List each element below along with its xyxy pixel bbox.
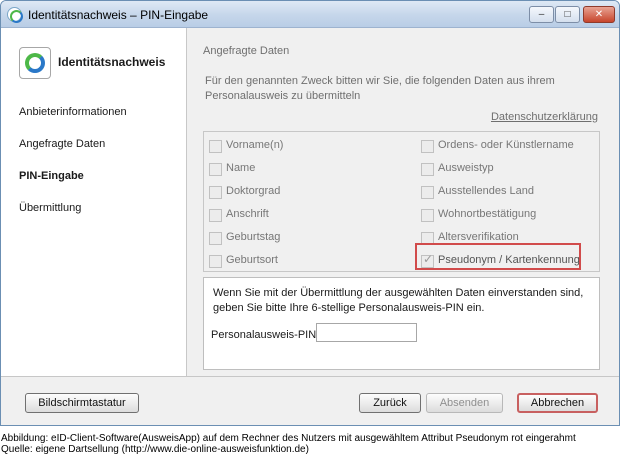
on-screen-keyboard-button[interactable]: Bildschirmtastatur — [25, 393, 139, 413]
send-button[interactable]: Absenden — [426, 393, 503, 413]
footer-bar: Bildschirmtastatur Zurück Absenden Abbre… — [1, 376, 619, 425]
app-window: Identitätsnachweis – PIN-Eingabe – □ ✕ I… — [0, 0, 620, 426]
attribute-label: Geburtstag — [226, 231, 281, 243]
pin-entry-panel: Wenn Sie mit der Übermittlung der ausgew… — [203, 277, 600, 370]
pin-input[interactable] — [316, 323, 417, 342]
sidebar: Identitätsnachweis Anbieterinformationen… — [1, 28, 187, 376]
sidebar-header: Identitätsnachweis — [58, 55, 166, 69]
sidebar-item-angefragte-daten[interactable]: Angefragte Daten — [19, 138, 105, 150]
section-title: Angefragte Daten — [203, 45, 290, 57]
checkbox-name[interactable] — [209, 163, 222, 176]
checkbox-vorname[interactable] — [209, 140, 222, 153]
attribute-label: Geburtsort — [226, 254, 278, 266]
caption-line-1: Abbildung: eID-Client-Software(AusweisAp… — [1, 433, 576, 444]
checkbox-anschrift[interactable] — [209, 209, 222, 222]
attribute-label: Anschrift — [226, 208, 269, 220]
back-button[interactable]: Zurück — [359, 393, 421, 413]
pin-label: Personalausweis-PIN — [211, 329, 317, 341]
attribute-label: Ausstellendes Land — [438, 185, 535, 197]
minimize-button[interactable]: – — [529, 6, 554, 23]
checkbox-wohnortbestaetigung[interactable] — [421, 209, 434, 222]
privacy-policy-link[interactable]: Datenschutzerklärung — [491, 111, 598, 123]
ausweisapp-logo-icon — [19, 47, 51, 79]
caption-line-2: Quelle: eigene Dartsellung (http://www.d… — [1, 444, 309, 455]
figure-caption: Abbildung: eID-Client-Software(AusweisAp… — [1, 433, 576, 455]
attribute-label: Wohnortbestätigung — [438, 208, 537, 220]
checkbox-ordensname[interactable] — [421, 140, 434, 153]
checkbox-doktorgrad[interactable] — [209, 186, 222, 199]
attribute-label: Doktorgrad — [226, 185, 281, 197]
sidebar-item-anbieterinformationen[interactable]: Anbieterinformationen — [19, 106, 127, 118]
logo-ring — [25, 53, 45, 73]
checkbox-geburtsort[interactable] — [209, 255, 222, 268]
attribute-label: Altersverifikation — [438, 231, 519, 243]
attribute-label: Ausweistyp — [438, 162, 494, 174]
attribute-label: Ordens- oder Künstlername — [438, 139, 574, 151]
checkbox-ausweistyp[interactable] — [421, 163, 434, 176]
maximize-button[interactable]: □ — [555, 6, 580, 23]
window-title: Identitätsnachweis – PIN-Eingabe — [28, 8, 209, 22]
sidebar-item-uebermittlung[interactable]: Übermittlung — [19, 202, 81, 214]
intro-text: Für den genannten Zweck bitten wir Sie, … — [205, 75, 555, 102]
ausweisapp-logo-icon — [7, 7, 23, 23]
pin-instructions: Wenn Sie mit der Übermittlung der ausgew… — [213, 287, 584, 314]
main-content: Angefragte Daten Für den genannten Zweck… — [188, 28, 619, 376]
title-bar[interactable]: Identitätsnachweis – PIN-Eingabe – □ ✕ — [1, 1, 619, 28]
cancel-button[interactable]: Abbrechen — [517, 393, 598, 413]
close-button[interactable]: ✕ — [583, 6, 615, 23]
pseudonym-highlight-frame — [415, 243, 581, 270]
attribute-label: Vorname(n) — [226, 139, 284, 151]
sidebar-item-pin-eingabe[interactable]: PIN-Eingabe — [19, 170, 84, 182]
checkbox-ausstellendes-land[interactable] — [421, 186, 434, 199]
attribute-label: Name — [226, 162, 256, 174]
checkbox-geburtstag[interactable] — [209, 232, 222, 245]
